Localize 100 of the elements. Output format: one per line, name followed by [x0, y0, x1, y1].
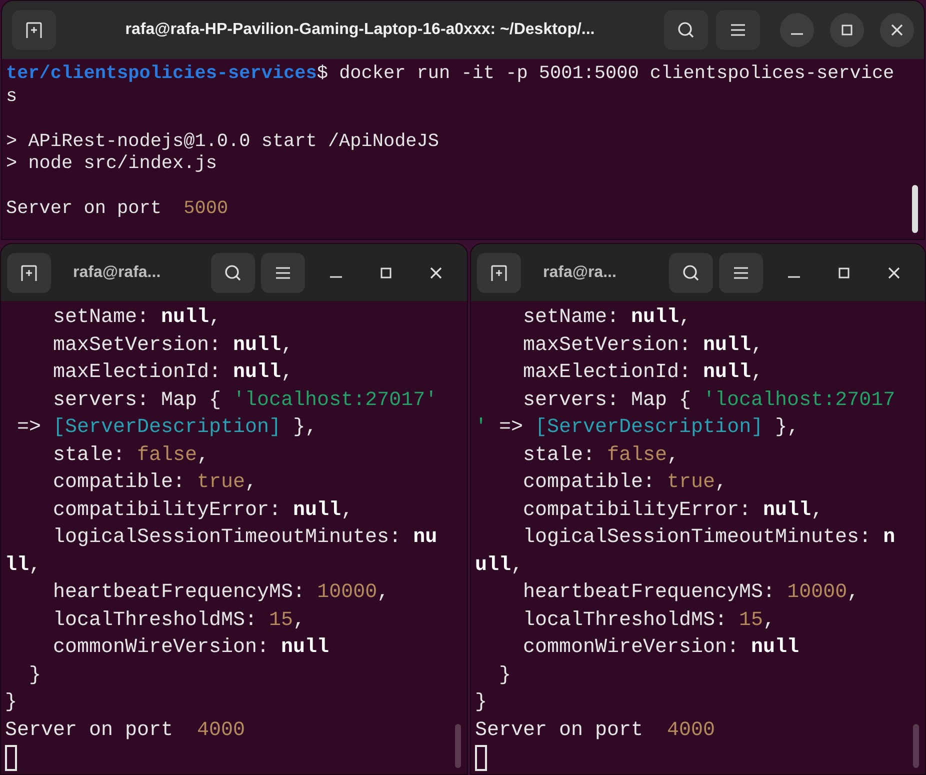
terminal-text: compatible: [522, 470, 656, 496]
terminal-text: ter/clientspolicies-services [6, 63, 317, 86]
terminal-text: 4000 [667, 718, 716, 744]
terminal-text: ll [5, 552, 30, 578]
new-tab-icon [20, 264, 38, 282]
close-icon [430, 266, 442, 278]
terminal-text: Server on port [475, 718, 644, 744]
terminal-text: setName: [52, 305, 150, 331]
terminal-text: 5000 [184, 198, 228, 220]
terminal-text: 'localhost:27017' [233, 388, 438, 414]
menu-button[interactable] [716, 10, 760, 50]
search-icon [677, 21, 695, 39]
menu-icon [730, 23, 746, 37]
terminal-text: }, [292, 415, 318, 441]
terminal-text: maxSetVersion: [522, 332, 692, 358]
menu-button[interactable] [719, 252, 763, 292]
terminal-text: > APiRest-nodejs@1.0.0 start /ApiNodeJS [6, 130, 439, 153]
scrollbar[interactable] [913, 724, 919, 768]
window-title: rafa@ra... [542, 262, 618, 282]
terminal-text: null [293, 498, 342, 524]
terminal-text: compatible: [52, 470, 186, 496]
terminal-text: localThresholdMS: [52, 608, 258, 634]
terminal-cursor [475, 745, 487, 771]
terminal-text: 15 [739, 608, 764, 634]
terminal-text: 4000 [197, 718, 246, 744]
new-tab-button[interactable] [7, 252, 51, 292]
terminal-text: [ServerDescription] [53, 415, 282, 441]
terminal-text: , [377, 580, 390, 606]
terminal-text: => [16, 415, 42, 441]
terminal-text: null [631, 305, 680, 331]
terminal-text: , [293, 608, 306, 634]
terminal-text: servers: Map { [52, 388, 222, 414]
terminal-text: null [233, 332, 282, 358]
terminal-text: , [715, 470, 728, 496]
minimize-icon [788, 276, 800, 278]
close-icon [888, 266, 900, 278]
maximize-icon [841, 24, 853, 36]
terminal-text: 'localhost:27017 [703, 388, 896, 414]
new-tab-button[interactable] [477, 252, 521, 292]
minimize-icon [330, 276, 342, 278]
maximize-icon [838, 266, 850, 278]
terminal-text: , [667, 442, 680, 468]
terminal-text: stale: [522, 442, 596, 468]
scrollbar[interactable] [912, 185, 918, 233]
terminal-text: maxSetVersion: [52, 332, 222, 358]
terminal-text: , [245, 470, 258, 496]
terminal-text: 10000 [787, 580, 848, 606]
search-button[interactable] [669, 252, 713, 292]
terminal-text: [ServerDescription] [535, 415, 764, 441]
terminal-text: , [281, 360, 294, 386]
maximize-icon [380, 266, 392, 278]
terminal-text: , [197, 442, 210, 468]
terminal-text: } [475, 690, 488, 716]
search-icon [224, 264, 242, 282]
terminal-text: nu [413, 525, 438, 551]
terminal-text: 10000 [317, 580, 378, 606]
terminal-text: , [763, 608, 776, 634]
terminal-text: , [751, 332, 764, 358]
close-button[interactable] [880, 13, 914, 47]
terminal-text: compatibilityError: [522, 498, 752, 524]
terminal-text: maxElectionId: [52, 360, 222, 386]
search-icon [682, 264, 700, 282]
terminal-text: logicalSessionTimeoutMinutes: [522, 525, 872, 551]
terminal-text: > node src/index.js [6, 153, 217, 176]
terminal-text: true [197, 470, 246, 496]
terminal-text: null [233, 360, 282, 386]
terminal-text: => [498, 415, 524, 441]
menu-icon [733, 266, 749, 280]
terminal-text: , [811, 498, 824, 524]
search-button[interactable] [211, 252, 255, 292]
search-button[interactable] [664, 10, 708, 50]
terminal-text: heartbeatFrequencyMS: [522, 580, 776, 606]
menu-button[interactable] [261, 252, 305, 292]
terminal-text: null [281, 635, 330, 661]
close-icon [891, 24, 903, 36]
terminal-text: setName: [522, 305, 620, 331]
terminal-text: } [5, 690, 18, 716]
scrollbar[interactable] [455, 724, 461, 768]
terminal-text: commonWireVersion: [522, 635, 740, 661]
terminal-text: }, [774, 415, 800, 441]
maximize-button[interactable] [830, 13, 864, 47]
terminal-text: false [607, 442, 668, 468]
terminal-text: } [28, 662, 42, 688]
terminal-text: , [209, 305, 222, 331]
terminal-text: ull [475, 552, 512, 578]
terminal-text: , [751, 360, 764, 386]
terminal-text: ' [475, 415, 488, 441]
terminal-text: Server on port [5, 718, 174, 744]
window-title: rafa@rafa-HP-Pavilion-Gaming-Laptop-16-a0xxx: ~/Desktop/... [124, 20, 596, 40]
terminal-text: , [511, 552, 524, 578]
terminal-cursor [5, 745, 17, 771]
new-tab-button[interactable] [12, 10, 56, 50]
terminal-text: , [281, 332, 294, 358]
terminal-text: compatibilityError: [52, 498, 282, 524]
terminal-text: heartbeatFrequencyMS: [52, 580, 306, 606]
terminal-text: stale: [52, 442, 126, 468]
window-title: rafa@rafa... [72, 262, 162, 282]
minimize-button[interactable] [780, 13, 814, 47]
terminal-text: null [703, 332, 752, 358]
new-tab-icon [490, 264, 508, 282]
